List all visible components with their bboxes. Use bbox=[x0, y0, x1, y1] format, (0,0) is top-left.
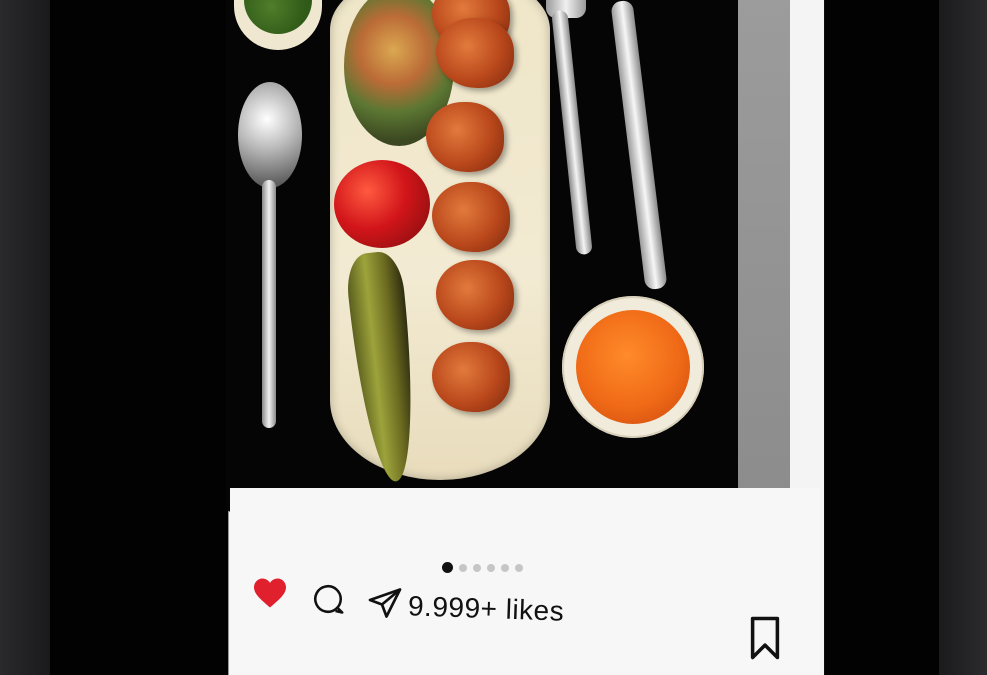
send-icon bbox=[368, 588, 402, 618]
save-button[interactable] bbox=[744, 613, 786, 663]
right-background-panel bbox=[939, 0, 987, 675]
grilled-shrimp bbox=[432, 182, 510, 252]
grilled-shrimp bbox=[436, 260, 514, 330]
left-background-panel bbox=[0, 0, 50, 675]
grilled-shrimp bbox=[426, 102, 504, 172]
carousel-dot-active[interactable] bbox=[442, 562, 453, 573]
grilled-shrimp bbox=[432, 342, 510, 412]
fork-handle bbox=[551, 9, 593, 256]
grilled-shrimp bbox=[436, 18, 514, 88]
carousel-dot[interactable] bbox=[459, 563, 467, 572]
likes-count[interactable]: 9.999+ likes bbox=[407, 590, 565, 627]
carousel-dot[interactable] bbox=[501, 563, 509, 572]
carousel-dot[interactable] bbox=[515, 563, 523, 572]
butter-knife bbox=[610, 0, 668, 291]
roasted-tomato bbox=[334, 160, 430, 248]
orange-sauce-bowl bbox=[562, 296, 704, 438]
comment-button[interactable] bbox=[308, 579, 348, 619]
green-chutney-bowl bbox=[234, 0, 322, 50]
carousel-dot[interactable] bbox=[473, 563, 481, 572]
post-photo[interactable] bbox=[226, 0, 738, 512]
carousel-indicator bbox=[442, 562, 523, 573]
post-actions-bar: 9.999+ likes bbox=[250, 575, 790, 660]
spoon-handle bbox=[262, 180, 276, 428]
screen: 9.999+ likes bbox=[0, 0, 987, 675]
carousel-dot[interactable] bbox=[487, 563, 495, 572]
like-button[interactable] bbox=[250, 575, 290, 611]
spoon-bowl bbox=[238, 82, 302, 188]
share-button[interactable] bbox=[364, 583, 406, 623]
heart-icon bbox=[254, 578, 286, 608]
bookmark-icon bbox=[750, 616, 780, 660]
comment-icon bbox=[313, 584, 344, 614]
